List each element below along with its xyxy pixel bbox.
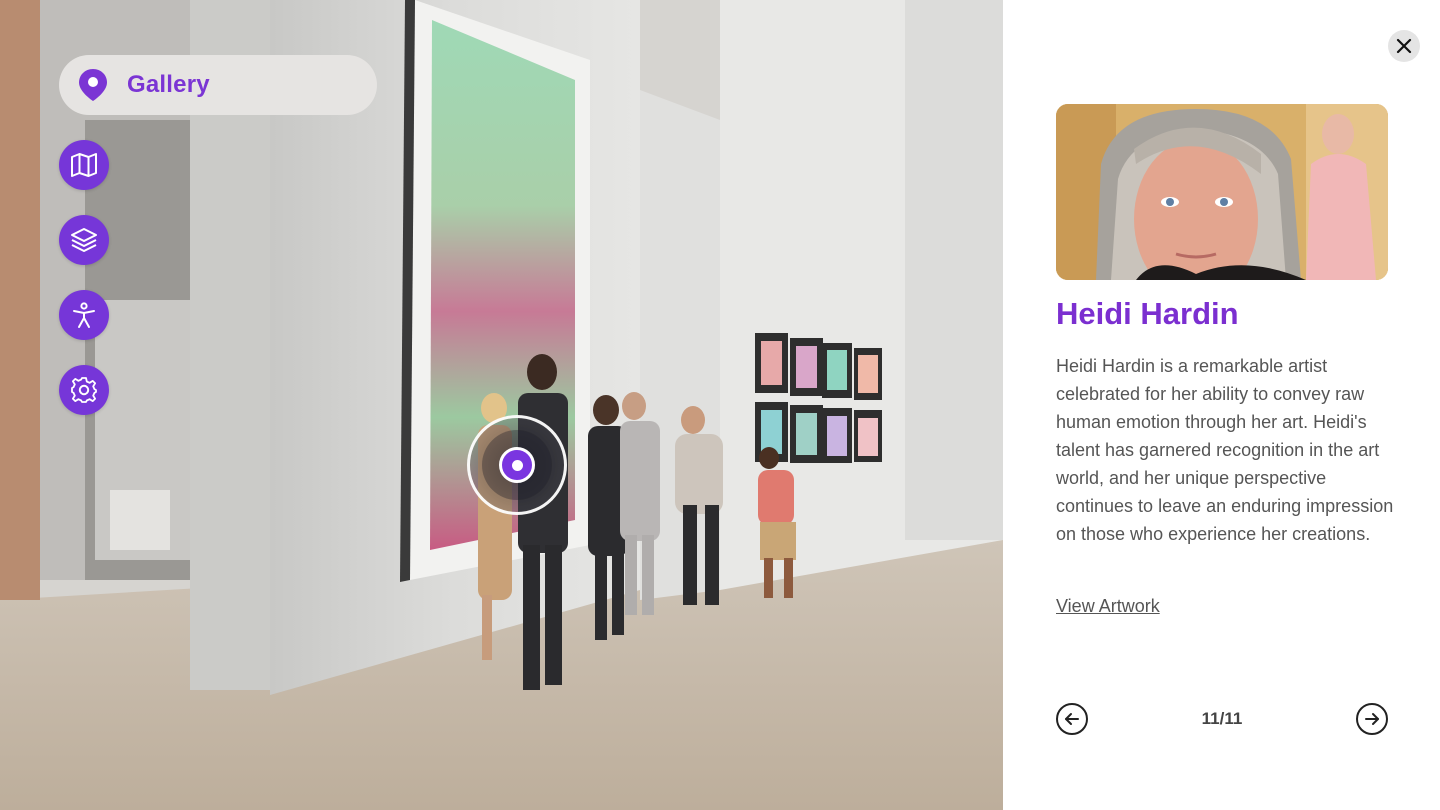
- arrow-right-circle-icon: [1365, 713, 1379, 725]
- arrow-left-circle-icon: [1065, 713, 1079, 725]
- artist-name: Heidi Hardin: [1056, 296, 1239, 331]
- gear-icon: [71, 377, 97, 403]
- close-button[interactable]: [1388, 30, 1420, 62]
- previous-button[interactable]: [1056, 703, 1088, 735]
- page-counter: 11/11: [1201, 709, 1243, 728]
- layers-icon: [71, 228, 97, 252]
- view-artwork-link[interactable]: View Artwork: [1056, 596, 1160, 617]
- artist-info-panel: Heidi Hardin Heidi Hardin is a remarkabl…: [1003, 0, 1440, 810]
- accessibility-button[interactable]: [59, 290, 109, 340]
- artist-portrait-image: [1056, 104, 1388, 280]
- target-icon: [482, 430, 552, 500]
- location-selector[interactable]: Gallery: [59, 55, 377, 115]
- map-pin-icon: [77, 68, 109, 102]
- location-label: Gallery: [127, 71, 210, 98]
- gallery-scene-image: [0, 0, 1003, 810]
- map-button[interactable]: [59, 140, 109, 190]
- next-button[interactable]: [1356, 703, 1388, 735]
- close-icon: [1396, 38, 1412, 54]
- artwork-hotspot[interactable]: [467, 415, 567, 515]
- map-icon: [71, 153, 97, 177]
- gallery-viewport[interactable]: Gallery: [0, 0, 1003, 810]
- layers-button[interactable]: [59, 215, 109, 265]
- accessibility-icon: [73, 302, 95, 328]
- artist-bio: Heidi Hardin is a remarkable artist cele…: [1056, 356, 1394, 544]
- settings-button[interactable]: [59, 365, 109, 415]
